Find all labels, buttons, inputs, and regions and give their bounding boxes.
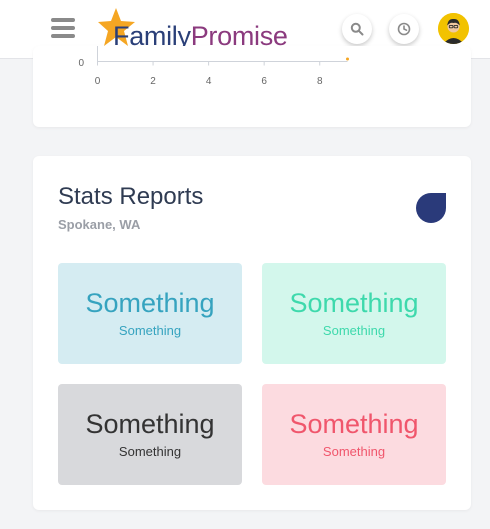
x-tick-label: 0 [95,76,101,87]
search-icon [350,22,364,36]
y-tick-label: 0 [78,58,84,69]
x-tick-label: 6 [261,76,267,87]
stat-tile-value: Something [85,409,215,439]
stat-tile-1[interactable]: Something Something [58,263,242,364]
stat-tile-label: Something [118,323,182,338]
stat-tile-value: Something [85,288,215,318]
search-button[interactable] [342,14,372,44]
stats-reports-card: Stats Reports Spokane, WA Something Some… [33,156,471,510]
x-tick-label: 4 [206,76,212,87]
stat-tile-label: Something [118,444,182,459]
clock-icon [397,22,411,36]
stats-title: Stats Reports [58,183,204,210]
hamburger-menu-icon[interactable] [51,18,75,38]
history-button[interactable] [389,14,419,44]
stat-tile-label: Something [322,444,386,459]
user-avatar[interactable] [438,13,469,44]
stat-tile-value: Something [289,288,419,318]
stat-tile-value: Something [289,409,419,439]
x-tick-label: 2 [150,76,156,87]
line-chart: 0 2 4 6 8 0 [78,46,349,87]
reports-badge-icon[interactable] [416,193,446,223]
avatar-icon [438,13,469,44]
series-end-marker [346,57,349,61]
stat-tile-2[interactable]: Something Something [262,263,446,364]
stat-tile-4[interactable]: Something Something [262,384,446,485]
stat-tile-3[interactable]: Something Something [58,384,242,485]
chart-card: 0 2 4 6 8 0 [33,46,471,127]
stats-location: Spokane, WA [58,217,141,232]
stat-tile-label: Something [322,323,386,338]
x-tick-label: 8 [317,76,323,87]
